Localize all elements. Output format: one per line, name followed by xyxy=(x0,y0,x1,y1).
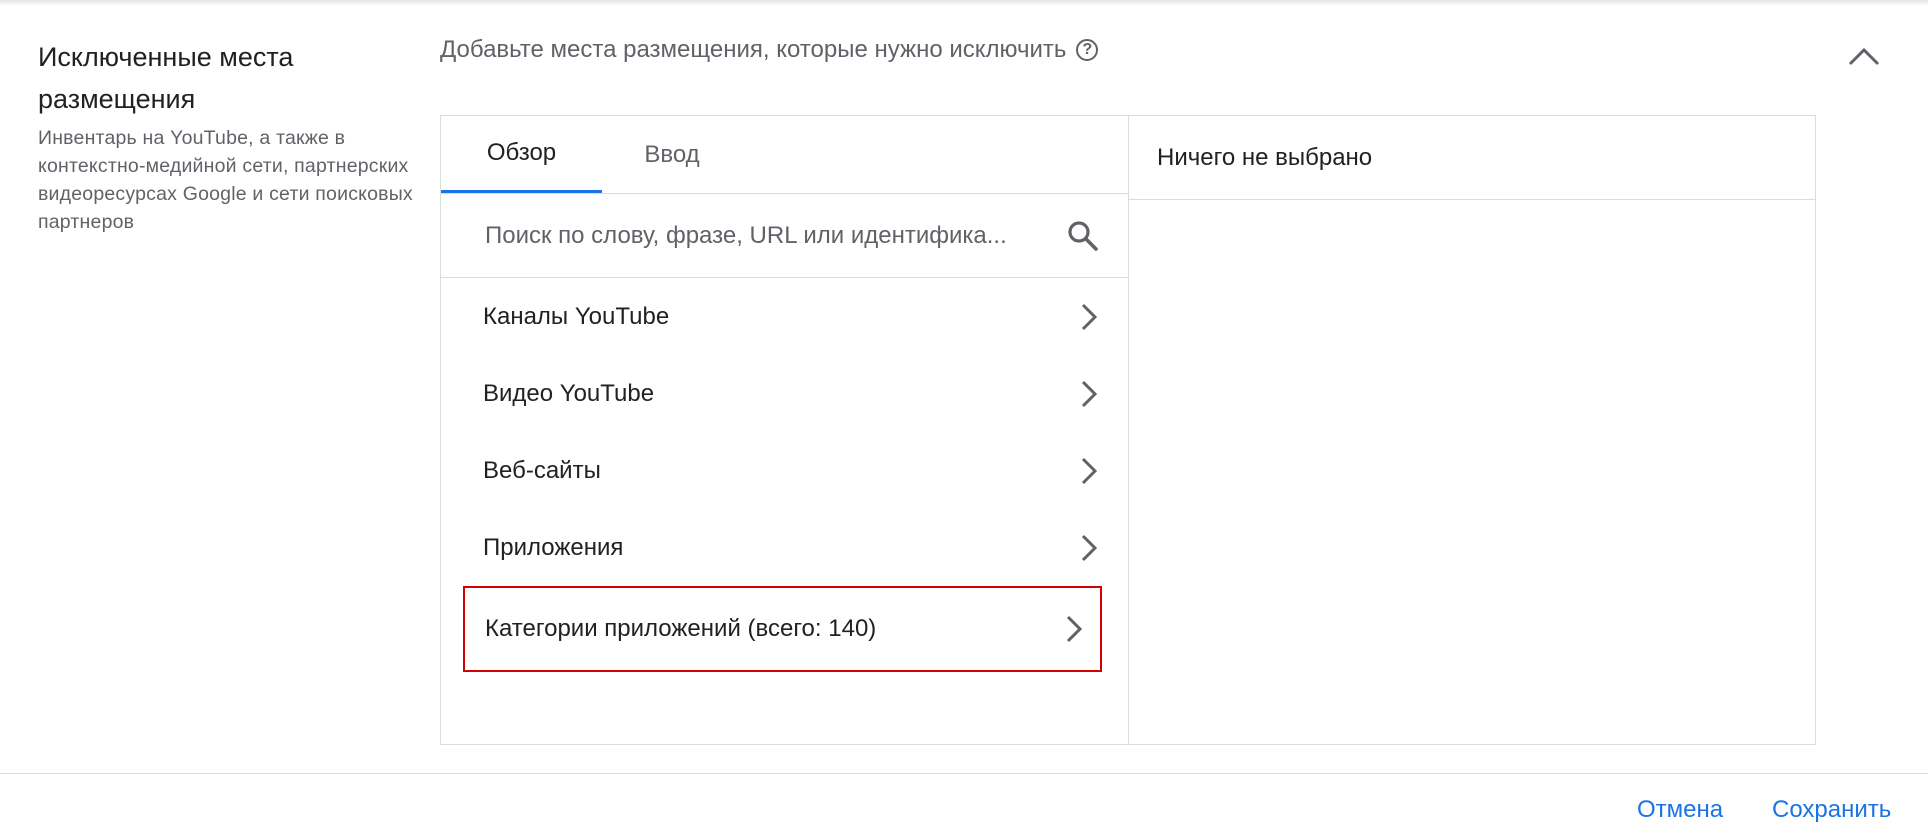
list-item-app-categories[interactable]: Категории приложений (всего: 140) xyxy=(463,586,1102,672)
hint-text: Добавьте места размещения, которые нужно… xyxy=(440,36,1067,63)
list-item-label: Веб-сайты xyxy=(483,456,601,484)
list-item-websites[interactable]: Веб-сайты xyxy=(441,432,1128,509)
chevron-right-icon xyxy=(1081,457,1098,484)
placements-panel: Обзор Ввод Каналы YouTube Видео YouTube … xyxy=(440,115,1816,745)
help-circle-icon[interactable]: ? xyxy=(1076,39,1099,61)
section-title: Исключенные места размещения xyxy=(38,42,294,114)
list-item-youtube-videos[interactable]: Видео YouTube xyxy=(441,355,1128,432)
selection-pane: Ничего не выбрано xyxy=(1129,116,1815,744)
footer-divider xyxy=(0,773,1928,774)
section-header: Исключенные места размещения Инвентарь н… xyxy=(38,36,418,236)
section-description: Инвентарь на YouTube, а также в контекст… xyxy=(38,127,413,233)
list-item-youtube-channels[interactable]: Каналы YouTube xyxy=(441,278,1128,355)
tab-bar: Обзор Ввод xyxy=(441,116,1128,194)
cancel-button[interactable]: Отмена xyxy=(1637,790,1723,830)
list-item-apps[interactable]: Приложения xyxy=(441,509,1128,586)
chevron-up-icon xyxy=(1848,47,1880,66)
hint-row: Добавьте места размещения, которые нужно… xyxy=(440,36,1099,64)
search-icon[interactable] xyxy=(1066,219,1100,253)
tab-browse[interactable]: Обзор xyxy=(441,116,602,193)
top-shadow xyxy=(0,0,1928,6)
tab-enter[interactable]: Ввод xyxy=(602,116,742,193)
search-bar xyxy=(441,194,1128,278)
chevron-right-icon xyxy=(1081,534,1098,561)
chevron-right-icon xyxy=(1081,380,1098,407)
save-button[interactable]: Сохранить xyxy=(1772,790,1891,830)
selection-empty-text: Ничего не выбрано xyxy=(1129,116,1815,200)
list-item-label: Категории приложений (всего: 140) xyxy=(485,615,877,642)
search-input[interactable] xyxy=(483,220,1046,251)
list-item-label: Приложения xyxy=(483,533,624,561)
browse-pane: Обзор Ввод Каналы YouTube Видео YouTube … xyxy=(441,116,1129,744)
list-item-label: Каналы YouTube xyxy=(483,302,670,330)
chevron-right-icon xyxy=(1081,303,1098,330)
list-item-label: Видео YouTube xyxy=(483,379,655,407)
collapse-button[interactable] xyxy=(1846,40,1882,70)
chevron-right-icon xyxy=(1066,615,1083,643)
